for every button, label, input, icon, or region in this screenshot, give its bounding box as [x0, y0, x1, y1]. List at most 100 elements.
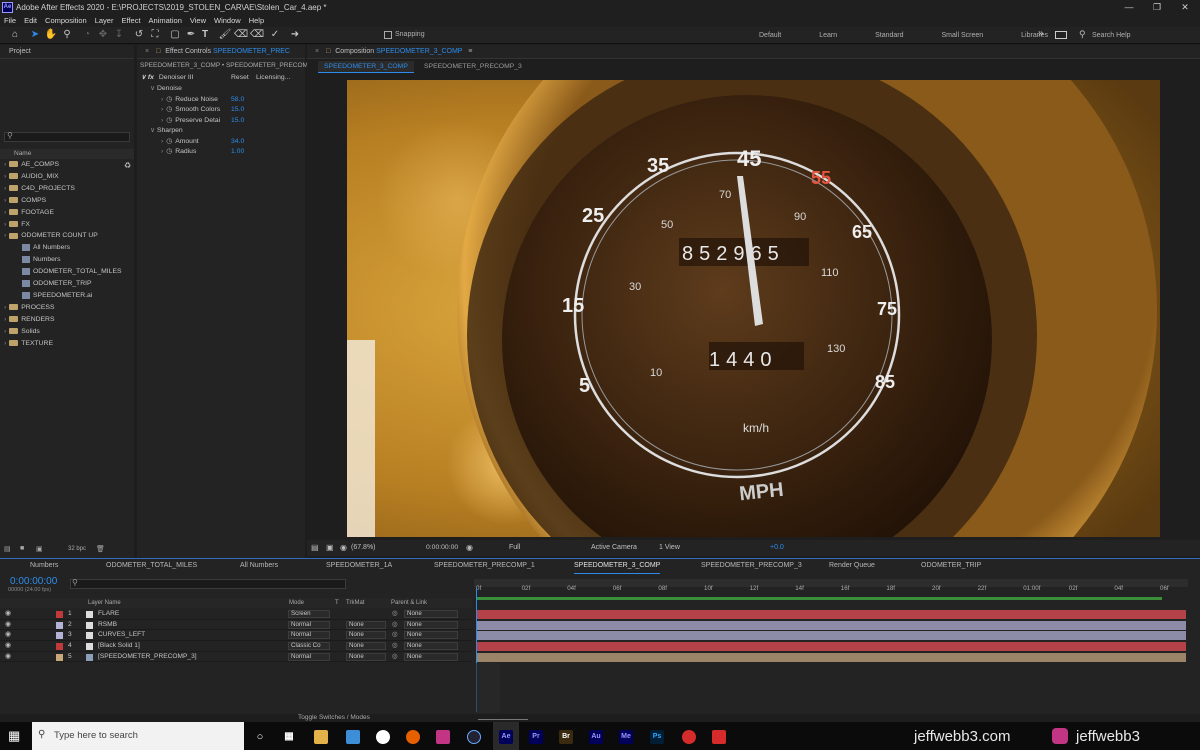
- project-tab[interactable]: Project: [0, 45, 134, 59]
- comp-timecode[interactable]: 0:00:00:00: [426, 540, 458, 556]
- davinci-icon[interactable]: [682, 730, 696, 744]
- effect-param-value[interactable]: 58.0: [231, 95, 244, 105]
- effect-group-denoise[interactable]: ∨ Denoise: [150, 84, 182, 94]
- reset-link[interactable]: Reset: [231, 73, 249, 83]
- firefox-icon[interactable]: [406, 730, 420, 744]
- bridge-icon[interactable]: Br: [559, 730, 573, 744]
- bpc-indicator[interactable]: 32 bpc: [68, 546, 86, 552]
- minimize-icon[interactable]: —: [1115, 0, 1143, 15]
- layer-name-column[interactable]: Layer Name: [88, 598, 121, 608]
- project-item[interactable]: › FOOTAGE: [0, 207, 134, 219]
- parent-dropdown[interactable]: None: [404, 642, 458, 651]
- project-item[interactable]: › AUDIO_MIX: [0, 171, 134, 183]
- hand-tool-icon[interactable]: ✋: [44, 28, 58, 42]
- chevron-right-icon[interactable]: ›: [4, 316, 6, 323]
- home-icon[interactable]: ⌂: [8, 28, 22, 42]
- layer-duration-bar[interactable]: [476, 652, 1186, 662]
- pen-tool-icon[interactable]: ✒: [184, 28, 198, 42]
- chevron-right-icon[interactable]: ›: [4, 340, 6, 347]
- trkmat-column[interactable]: TrkMat: [346, 598, 364, 608]
- workspace-standard[interactable]: Standard: [875, 27, 903, 44]
- project-item[interactable]: › ODOMETER COUNT UP: [0, 230, 134, 242]
- layer-row[interactable]: ◉ 4 [Black Solid 1] Classic Co None ◎ None: [0, 641, 472, 652]
- eye-icon[interactable]: ◉: [5, 620, 11, 631]
- menu-window[interactable]: Window: [210, 15, 245, 27]
- eye-icon[interactable]: ◉: [5, 641, 11, 652]
- eye-icon[interactable]: ◉: [5, 652, 11, 663]
- roto-brush-icon[interactable]: ✓: [268, 28, 282, 42]
- timeline-tab[interactable]: ODOMETER_TRIP: [921, 559, 981, 573]
- layer-row[interactable]: ◉ 3 CURVES_LEFT Normal None ◎ None: [0, 630, 472, 641]
- windows-start-icon[interactable]: ▦: [8, 728, 20, 744]
- label-color-swatch[interactable]: [56, 621, 63, 629]
- chevron-down-icon[interactable]: ∨: [150, 127, 155, 134]
- clone-stamp-icon[interactable]: ⌫: [234, 28, 248, 42]
- timeline-tab[interactable]: SPEEDOMETER_3_COMP: [574, 559, 661, 574]
- effect-param[interactable]: › ◷ Amount: [161, 137, 291, 147]
- eraser-tool-icon[interactable]: ⌫: [250, 28, 264, 42]
- chevron-right-icon[interactable]: ›: [161, 148, 163, 155]
- zoom-tool-icon[interactable]: ⚲: [60, 28, 74, 42]
- project-item[interactable]: › COMPS: [0, 195, 134, 207]
- menu-layer[interactable]: Layer: [91, 15, 118, 27]
- brush-tool-icon[interactable]: 🖌: [218, 28, 232, 42]
- timeline-timecode[interactable]: 0:00:00:00: [10, 576, 57, 587]
- parent-dropdown[interactable]: None: [404, 652, 458, 661]
- timeline-tab[interactable]: SPEEDOMETER_1A: [326, 559, 392, 573]
- new-composition-icon[interactable]: ▣: [36, 545, 43, 553]
- workspace-small-screen[interactable]: Small Screen: [942, 27, 984, 44]
- chevron-right-icon[interactable]: ›: [161, 96, 163, 103]
- toggle-switches-modes[interactable]: Toggle Switches / Modes: [298, 714, 370, 721]
- project-item[interactable]: ODOMETER_TOTAL_MILES: [0, 266, 134, 278]
- chevron-right-icon[interactable]: ›: [4, 197, 6, 204]
- selection-tool-icon[interactable]: ➤: [28, 28, 42, 42]
- effect-param[interactable]: › ◷ Preserve Detai: [161, 116, 291, 126]
- menu-help[interactable]: Help: [245, 15, 268, 27]
- project-item[interactable]: SPEEDOMETER.ai: [0, 290, 134, 302]
- parent-dropdown[interactable]: None: [404, 631, 458, 640]
- parent-column[interactable]: Parent & Link: [391, 598, 427, 608]
- chevron-right-icon[interactable]: ›: [4, 232, 6, 239]
- taskbar-search-input[interactable]: Type here to search: [32, 722, 244, 750]
- comp-lock-icon[interactable]: □: [326, 48, 330, 55]
- timeline-tab[interactable]: Render Queue: [829, 559, 875, 573]
- chevron-right-icon[interactable]: ›: [4, 209, 6, 216]
- puppet-pin-icon[interactable]: ➜: [288, 28, 302, 42]
- sync-settings-icon[interactable]: [1055, 31, 1067, 39]
- stopwatch-icon[interactable]: ◷: [166, 138, 172, 145]
- trkmat-dropdown[interactable]: None: [346, 652, 386, 661]
- audition-icon[interactable]: Au: [589, 730, 603, 744]
- project-item[interactable]: › RENDERS: [0, 314, 134, 326]
- timeline-tab[interactable]: ODOMETER_TOTAL_MILES: [106, 559, 197, 573]
- media-encoder-icon[interactable]: Me: [619, 730, 633, 744]
- timeline-tab[interactable]: SPEEDOMETER_PRECOMP_1: [434, 559, 535, 573]
- pick-whip-icon[interactable]: ◎: [392, 641, 398, 652]
- stopwatch-icon[interactable]: ◷: [166, 148, 172, 155]
- mode-dropdown[interactable]: Normal: [288, 631, 330, 640]
- project-item[interactable]: ODOMETER_TRIP: [0, 278, 134, 290]
- camera-icon[interactable]: ◉: [466, 543, 473, 552]
- project-item[interactable]: Numbers: [0, 254, 134, 266]
- timeline-tab[interactable]: Numbers: [30, 559, 58, 573]
- chevron-right-icon[interactable]: ›: [4, 328, 6, 335]
- menu-effect[interactable]: Effect: [117, 15, 144, 27]
- chevron-right-icon[interactable]: ›: [4, 161, 6, 168]
- workspace-default[interactable]: Default: [759, 27, 781, 44]
- menu-file[interactable]: File: [0, 15, 20, 27]
- timeline-search-input[interactable]: [70, 579, 346, 589]
- label-color-swatch[interactable]: [56, 611, 63, 618]
- rectangle-tool-icon[interactable]: ▢: [168, 28, 182, 42]
- project-item[interactable]: All Numbers: [0, 242, 134, 254]
- snapping-checkbox[interactable]: [384, 31, 392, 39]
- timeline-tab[interactable]: All Numbers: [240, 559, 278, 573]
- layer-row[interactable]: ◉ 5 [SPEEDOMETER_PRECOMP_3] Normal None ◎ None: [0, 652, 472, 663]
- rotation-tool-icon[interactable]: ↺: [132, 28, 146, 42]
- pan-tool-icon[interactable]: ✥: [96, 28, 110, 42]
- after-effects-icon[interactable]: Ae: [499, 730, 513, 744]
- layer-duration-bar[interactable]: [476, 631, 1186, 641]
- project-item[interactable]: › FX: [0, 219, 134, 231]
- exposure-value[interactable]: +0.0: [770, 540, 784, 556]
- licensing-link[interactable]: Licensing...: [256, 73, 290, 83]
- chevron-right-icon[interactable]: ›: [161, 117, 163, 124]
- effect-param[interactable]: › ◷ Reduce Noise: [161, 95, 291, 105]
